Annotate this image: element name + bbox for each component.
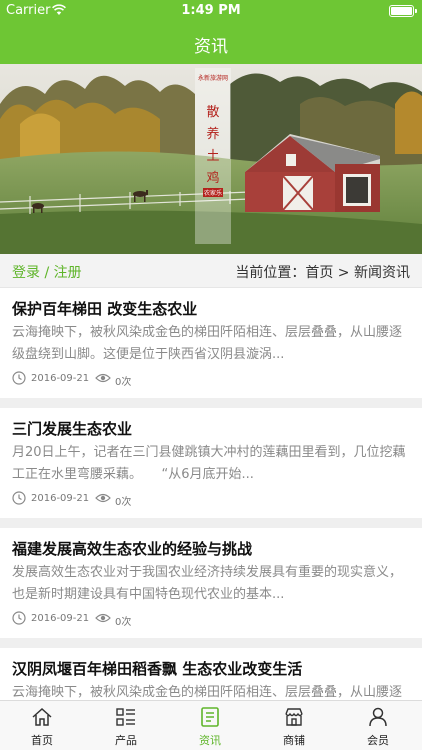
eye-icon — [95, 493, 111, 503]
article-date: 2016-09-21 — [31, 373, 90, 384]
store-icon — [285, 708, 303, 726]
status-bar: Carrier 1:49 PM — [0, 0, 422, 22]
auth-divider: / — [40, 265, 54, 281]
banner-image[interactable]: 永新旅游网 散 养 土 鸡 农家乐 — [0, 64, 422, 254]
user-icon — [369, 707, 387, 727]
clock-icon — [12, 371, 26, 385]
tab-member-label: 会员 — [367, 734, 389, 747]
eye-icon — [95, 373, 111, 383]
sign-char-2: 养 — [206, 126, 219, 142]
tab-home-label: 首页 — [31, 734, 53, 747]
article-title[interactable]: 保护百年梯田 改变生态农业 — [12, 298, 197, 319]
breadcrumb: 当前位置：首页 > 新闻资讯 — [235, 262, 410, 282]
tab-stores[interactable]: 商铺 — [252, 701, 336, 750]
login-link[interactable]: 登录 — [12, 265, 40, 281]
battery-icon — [389, 5, 417, 17]
article-list[interactable]: 保护百年梯田 改变生态农业 云海掩映下，被秋风染成金色的梯田阡陌相连、层层叠叠，… — [0, 288, 422, 700]
eye-icon — [95, 613, 111, 623]
article-views: 0次 — [115, 617, 132, 628]
article-item[interactable]: 汉阴凤堰百年梯田稻香飘 生态农业改变生活 云海掩映下，被秋风染成金色的梯田阡陌相… — [0, 648, 422, 700]
clock-icon — [12, 611, 26, 625]
clock-icon — [12, 491, 26, 505]
breadcrumb-current: 新闻资讯 — [354, 265, 410, 281]
article-date: 2016-09-21 — [31, 613, 90, 624]
tab-stores-label: 商铺 — [283, 734, 305, 747]
tab-products-label: 产品 — [115, 734, 137, 747]
article-title[interactable]: 三门发展生态农业 — [12, 418, 132, 439]
list-separator — [0, 398, 422, 408]
farm-barn-illustration: 永新旅游网 散 养 土 鸡 农家乐 — [0, 64, 422, 254]
article-views: 0次 — [115, 497, 132, 508]
tab-bar: 首页 产品 资讯 商铺 会员 — [0, 700, 422, 750]
home-icon — [32, 707, 52, 726]
tab-member[interactable]: 会员 — [336, 701, 420, 750]
sign-tag: 农家乐 — [204, 189, 222, 197]
breadcrumb-home-link[interactable]: 首页 — [305, 265, 333, 281]
article-item[interactable]: 保护百年梯田 改变生态农业 云海掩映下，被秋风染成金色的梯田阡陌相连、层层叠叠，… — [0, 288, 422, 398]
sign-small-text: 永新旅游网 — [198, 74, 228, 82]
sign-char-1: 散 — [206, 105, 219, 120]
tab-home[interactable]: 首页 — [0, 701, 84, 750]
top-bar: Carrier 1:49 PM 资讯 — [0, 0, 422, 64]
article-excerpt: 云海掩映下，被秋风染成金色的梯田阡陌相连、层层叠叠，从山腰逐级盘绕到山脚。 — [12, 685, 403, 700]
article-excerpt: 云海掩映下，被秋风染成金色的梯田阡陌相连、层层叠叠，从山腰逐级盘绕到山脚。这便是… — [12, 325, 403, 362]
article-title[interactable]: 福建发展高效生态农业的经验与挑战 — [12, 538, 252, 559]
article-excerpt: 月20日上午，记者在三门县健跳镇大冲村的莲藕田里看到，几位挖藕工正在水里弯腰采藕… — [12, 445, 406, 482]
page-title: 资讯 — [194, 37, 228, 57]
tab-products[interactable]: 产品 — [84, 701, 168, 750]
breadcrumb-prefix: 当前位置： — [235, 265, 306, 281]
article-excerpt: 发展高效生态农业对于我国农业经济持续发展具有重要的现实意义，也是新时期建设具有中… — [12, 565, 403, 602]
location-bar: 登录 / 注册 当前位置：首页 > 新闻资讯 — [0, 254, 422, 288]
register-link[interactable]: 注册 — [54, 265, 82, 281]
article-date: 2016-09-21 — [31, 493, 90, 504]
tab-news-label: 资讯 — [199, 734, 221, 747]
list-separator — [0, 518, 422, 528]
auth-links: 登录 / 注册 — [12, 262, 82, 282]
document-icon — [201, 707, 219, 727]
article-views: 0次 — [115, 377, 132, 388]
sign-char-4: 鸡 — [206, 170, 219, 186]
article-title[interactable]: 汉阴凤堰百年梯田稻香飘 生态农业改变生活 — [12, 658, 302, 679]
article-item[interactable]: 三门发展生态农业 月20日上午，记者在三门县健跳镇大冲村的莲藕田里看到，几位挖藕… — [0, 408, 422, 518]
grid-list-icon — [116, 708, 135, 726]
breadcrumb-arrow: > — [333, 265, 354, 281]
status-time: 1:49 PM — [181, 3, 241, 18]
sign-char-3: 土 — [206, 149, 219, 164]
article-item[interactable]: 福建发展高效生态农业的经验与挑战 发展高效生态农业对于我国农业经济持续发展具有重… — [0, 528, 422, 638]
list-separator — [0, 638, 422, 648]
tab-news[interactable]: 资讯 — [168, 701, 252, 750]
